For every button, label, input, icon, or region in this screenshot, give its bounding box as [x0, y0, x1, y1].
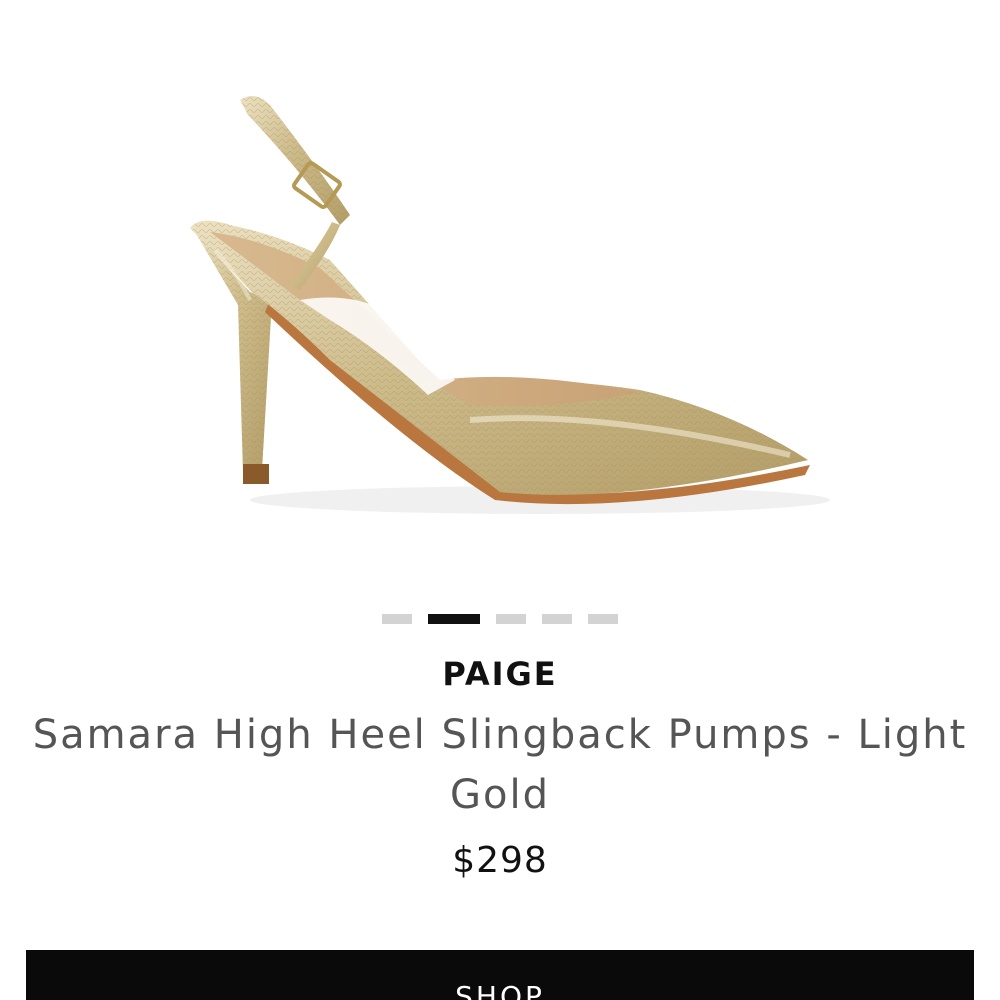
carousel-dot-1[interactable]	[382, 614, 412, 624]
product-page: PAIGE Samara High Heel Slingback Pumps -…	[0, 0, 1000, 1000]
carousel-dot-3[interactable]	[496, 614, 526, 624]
carousel-dot-5[interactable]	[588, 614, 618, 624]
carousel-dot-4[interactable]	[542, 614, 572, 624]
product-title[interactable]: Samara High Heel Slingback Pumps - Light…	[30, 705, 970, 825]
shop-button[interactable]: SHOP	[26, 950, 974, 1000]
carousel-dot-2-active[interactable]	[428, 614, 480, 624]
carousel-indicators	[0, 614, 1000, 624]
product-price: $298	[452, 840, 548, 881]
shoe-image	[190, 96, 830, 514]
product-image[interactable]	[0, 0, 1000, 580]
brand-name[interactable]: PAIGE	[0, 655, 1000, 693]
